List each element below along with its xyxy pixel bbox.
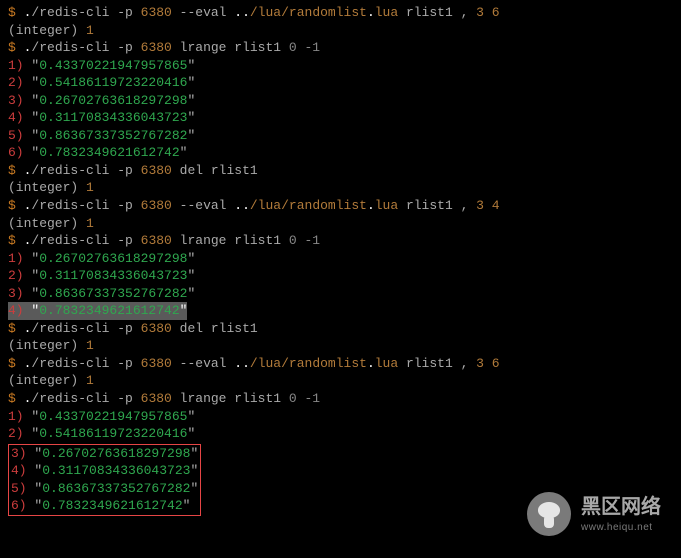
list-item: 4) "0.7832349621612742" [8,302,673,320]
list-item: 2) "0.54186119723220416" [8,425,673,443]
command-line: $ ./redis-cli -p 6380 lrange rlist1 0 -1 [8,232,673,250]
command-line: $ ./redis-cli -p 6380 --eval ../lua/rand… [8,355,673,373]
watermark-text-en: www.heiqu.net [581,521,661,535]
list-item: 4) "0.31170834336043723" [8,109,673,127]
list-item: 1) "0.26702763618297298" [8,250,673,268]
list-item: 4) "0.31170834336043723" [11,462,198,480]
command-line: $ ./redis-cli -p 6380 --eval ../lua/rand… [8,197,673,215]
mushroom-icon [527,492,571,536]
list-item: 3) "0.86367337352767282" [8,285,673,303]
list-item: 6) "0.7832349621612742" [8,144,673,162]
list-item: 5) "0.86367337352767282" [11,480,198,498]
result-integer: (integer) 1 [8,337,673,355]
list-item: 3) "0.26702763618297298" [11,445,198,463]
command-line: $ ./redis-cli -p 6380 del rlist1 [8,320,673,338]
result-integer: (integer) 1 [8,179,673,197]
list-item: 1) "0.43370221947957865" [8,57,673,75]
result-integer: (integer) 1 [8,22,673,40]
command-line: $ ./redis-cli -p 6380 lrange rlist1 0 -1 [8,390,673,408]
command-line: $ ./redis-cli -p 6380 lrange rlist1 0 -1 [8,39,673,57]
list-item: 1) "0.43370221947957865" [8,408,673,426]
highlighted-box: 3) "0.26702763618297298"4) "0.3117083433… [8,444,201,516]
list-item: 3) "0.26702763618297298" [8,92,673,110]
result-integer: (integer) 1 [8,215,673,233]
list-item: 2) "0.54186119723220416" [8,74,673,92]
command-line: $ ./redis-cli -p 6380 del rlist1 [8,162,673,180]
watermark-text-cn: 黑区网络 [581,494,661,521]
command-line: $ ./redis-cli -p 6380 --eval ../lua/rand… [8,4,673,22]
terminal-output: $ ./redis-cli -p 6380 --eval ../lua/rand… [8,4,673,516]
list-item: 6) "0.7832349621612742" [11,497,198,515]
list-item: 2) "0.31170834336043723" [8,267,673,285]
list-item: 5) "0.86367337352767282" [8,127,673,145]
result-integer: (integer) 1 [8,372,673,390]
watermark: 黑区网络 www.heiqu.net [527,492,661,536]
